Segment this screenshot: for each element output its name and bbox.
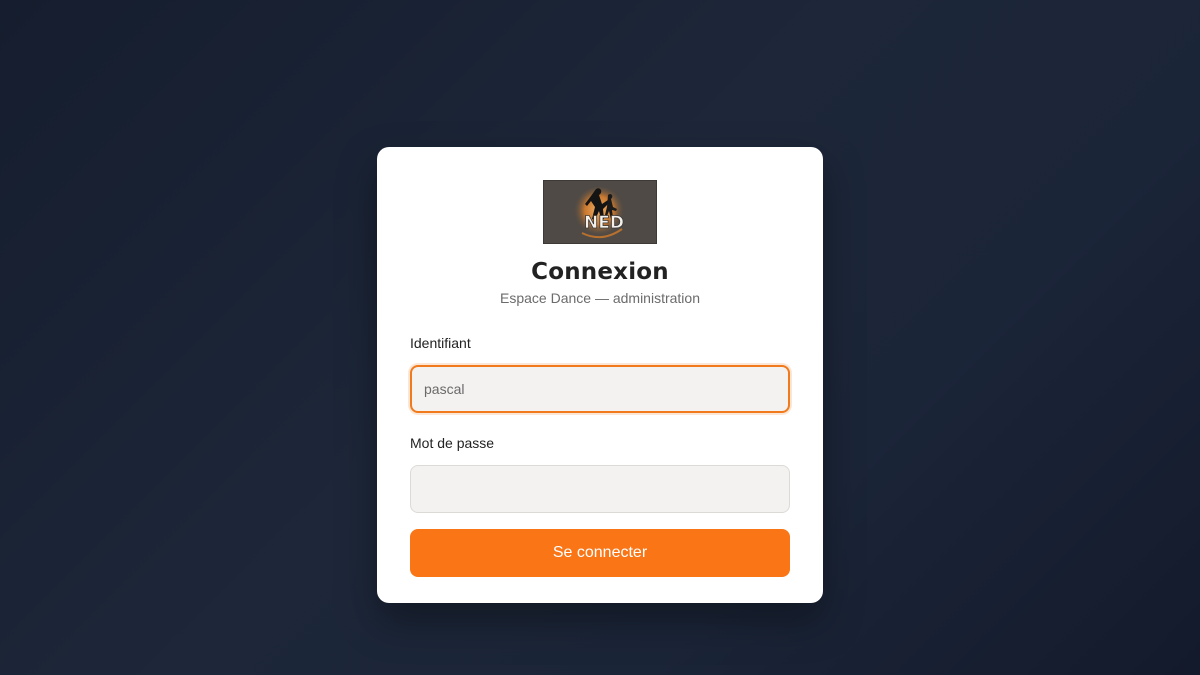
login-card: NED Connexion Espace Dance — administrat… <box>377 147 823 603</box>
logo-text: NED <box>584 213 624 233</box>
page-title: Connexion <box>531 259 669 285</box>
brand-logo: NED <box>543 180 657 244</box>
page-subtitle: Espace Dance — administration <box>500 290 700 306</box>
password-label: Mot de passe <box>410 435 495 451</box>
username-input[interactable] <box>410 365 790 413</box>
login-button[interactable]: Se connecter <box>410 529 790 577</box>
username-label: Identifiant <box>410 335 471 351</box>
password-input[interactable] <box>410 465 790 513</box>
dancer-silhouette-logo-icon: NED <box>573 187 625 239</box>
